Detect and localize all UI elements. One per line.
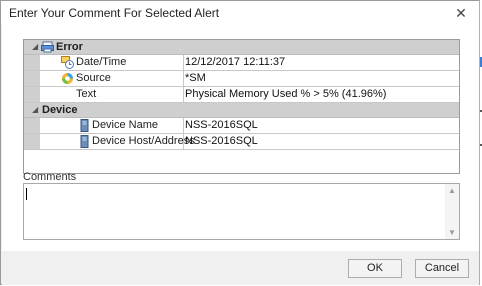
property-name: Source <box>76 72 111 84</box>
property-row-source[interactable]: Source *SM <box>24 71 459 87</box>
property-row-device-host[interactable]: Device Host/Address NSS-2016SQL <box>24 134 459 150</box>
close-icon[interactable]: ✕ <box>451 4 471 22</box>
property-row-datetime[interactable]: Date/Time 12/12/2017 12:11:37 <box>24 55 459 71</box>
property-row-device-name[interactable]: Device Name NSS-2016SQL <box>24 118 459 134</box>
comments-scrollbar[interactable]: ▲ ▼ <box>445 184 459 239</box>
collapse-triangle-icon[interactable]: ◢ <box>32 105 38 114</box>
property-name: Text <box>76 88 97 100</box>
comments-textarea[interactable]: ▲ ▼ <box>23 183 460 240</box>
server-icon <box>80 119 89 132</box>
title-bar: Enter Your Comment For Selected Alert ✕ <box>1 1 479 25</box>
comments-label: Comments <box>23 171 77 183</box>
property-name: Device Host/Address <box>92 135 195 147</box>
property-value: 12/12/2017 12:11:37 <box>185 56 286 68</box>
printer-error-icon <box>41 41 54 53</box>
scroll-down-icon[interactable]: ▼ <box>448 228 456 237</box>
dialog-title: Enter Your Comment For Selected Alert <box>9 6 220 20</box>
dialog-content: ◢ Error Date/Time 12/12/2017 12:11:37 So… <box>2 25 479 251</box>
text-caret <box>26 188 27 200</box>
property-value: *SM <box>185 72 206 84</box>
property-value: Physical Memory Used % > 5% (41.96%) <box>185 88 387 100</box>
property-grid: ◢ Error Date/Time 12/12/2017 12:11:37 So… <box>23 39 460 174</box>
scroll-up-icon[interactable]: ▲ <box>448 186 456 195</box>
server-icon <box>80 135 89 148</box>
ok-button[interactable]: OK <box>348 259 402 278</box>
property-name: Device Name <box>92 119 159 131</box>
property-value: NSS-2016SQL <box>185 135 258 147</box>
comment-dialog: Enter Your Comment For Selected Alert ✕ … <box>0 0 480 285</box>
category-label: Device <box>42 104 78 116</box>
property-value: NSS-2016SQL <box>185 119 258 131</box>
category-error[interactable]: ◢ Error <box>24 40 459 55</box>
property-row-text[interactable]: Text Physical Memory Used % > 5% (41.96%… <box>24 87 459 103</box>
dialog-footer: OK Cancel <box>2 251 479 285</box>
category-label: Error <box>56 41 83 53</box>
cancel-button[interactable]: Cancel <box>415 259 469 278</box>
collapse-triangle-icon[interactable]: ◢ <box>32 42 38 51</box>
property-name: Date/Time <box>76 56 127 68</box>
category-device[interactable]: ◢ Device <box>24 103 459 118</box>
source-ring-icon <box>62 73 73 84</box>
calendar-clock-icon <box>61 56 74 69</box>
